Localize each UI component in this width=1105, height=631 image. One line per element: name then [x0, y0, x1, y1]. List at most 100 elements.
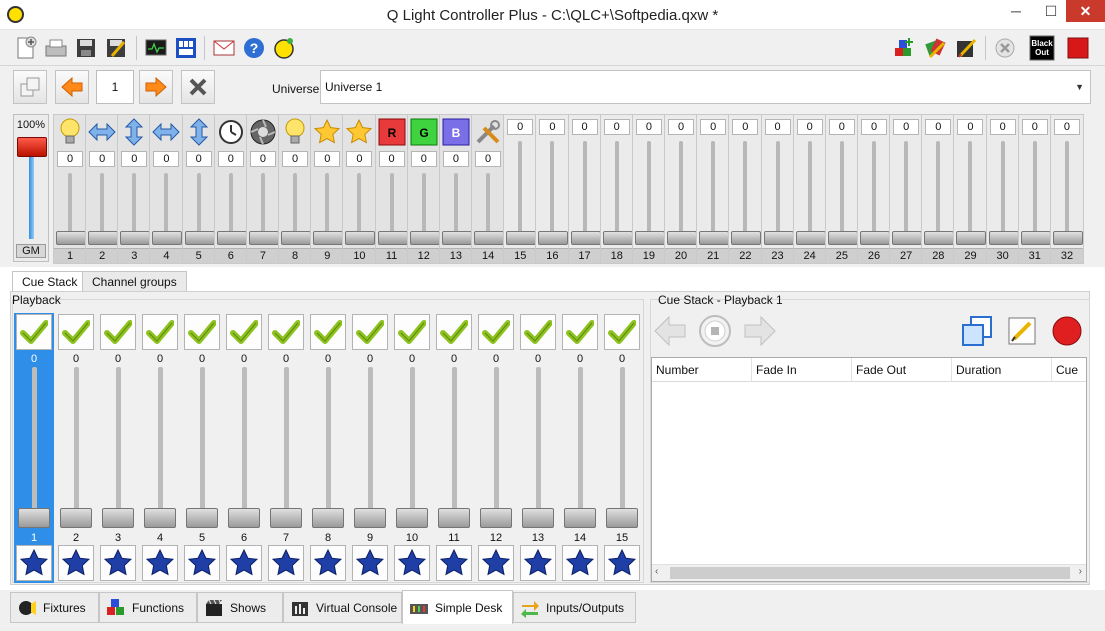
- channel-value[interactable]: 0: [957, 119, 984, 135]
- playback-track[interactable]: [452, 367, 457, 519]
- playback-track[interactable]: [578, 367, 583, 519]
- fader-track[interactable]: [904, 141, 909, 237]
- channel-fader-11[interactable]: R 0 11: [374, 114, 409, 264]
- channel-fader-15[interactable]: 0 15: [503, 114, 538, 264]
- column-fade-out[interactable]: Fade Out: [852, 358, 952, 382]
- playback-12[interactable]: 0 12: [476, 313, 516, 583]
- playback-track[interactable]: [74, 367, 79, 519]
- playback-9[interactable]: 09: [350, 313, 390, 583]
- checkmark-icon[interactable]: [604, 314, 640, 350]
- stop-all-icon[interactable]: [991, 34, 1019, 62]
- fader-track[interactable]: [775, 141, 780, 237]
- fader-track[interactable]: [968, 141, 973, 237]
- playback-knob[interactable]: [522, 508, 554, 528]
- fader-track[interactable]: [325, 173, 330, 237]
- checkmark-icon[interactable]: [562, 314, 598, 350]
- fader-knob[interactable]: [120, 231, 151, 245]
- next-page-button[interactable]: [139, 70, 173, 104]
- record-cue-button[interactable]: [1049, 313, 1085, 349]
- playback-track[interactable]: [116, 367, 121, 519]
- view-mode-button[interactable]: [13, 70, 47, 104]
- email-icon[interactable]: [210, 34, 238, 62]
- channel-value[interactable]: 0: [89, 151, 116, 167]
- fader-track[interactable]: [614, 141, 619, 237]
- green-icon[interactable]: G: [409, 116, 439, 148]
- fader-knob[interactable]: [506, 231, 537, 245]
- playback-track[interactable]: [326, 367, 331, 519]
- speed-icon[interactable]: [216, 116, 246, 148]
- channel-fader-9[interactable]: 09: [310, 114, 345, 264]
- channel-fader-24[interactable]: 0 24: [792, 114, 827, 264]
- flash-star-icon[interactable]: [142, 545, 178, 581]
- checkmark-icon[interactable]: [100, 314, 136, 350]
- fader-knob[interactable]: [345, 231, 376, 245]
- playback-6[interactable]: 06: [224, 313, 264, 583]
- fader-knob[interactable]: [570, 231, 601, 245]
- channel-fader-32[interactable]: 0 32: [1049, 114, 1084, 264]
- fader-knob[interactable]: [795, 231, 826, 245]
- fader-knob[interactable]: [474, 231, 505, 245]
- channel-fader-12[interactable]: G 0 12: [406, 114, 441, 264]
- clone-cue-stack-button[interactable]: [959, 313, 995, 349]
- fader-track[interactable]: [711, 141, 716, 237]
- playback-11[interactable]: 0 11: [434, 313, 474, 583]
- fader-knob[interactable]: [313, 231, 344, 245]
- channel-value[interactable]: 0: [893, 119, 920, 135]
- red-icon[interactable]: R: [377, 116, 407, 148]
- fader-knob[interactable]: [827, 231, 858, 245]
- channel-value[interactable]: 0: [1053, 119, 1080, 135]
- fader-track[interactable]: [550, 141, 555, 237]
- playback-3[interactable]: 03: [98, 313, 138, 583]
- reset-universe-button[interactable]: [181, 70, 215, 104]
- grand-master-slider[interactable]: 100% GM: [13, 114, 49, 262]
- fader-track[interactable]: [389, 173, 394, 237]
- checkmark-icon[interactable]: [58, 314, 94, 350]
- channel-fader-5[interactable]: 05: [181, 114, 216, 264]
- blackout-button[interactable]: Black Out: [1028, 34, 1056, 62]
- fader-knob[interactable]: [409, 231, 440, 245]
- flash-star-icon[interactable]: [352, 545, 388, 581]
- page-number[interactable]: 1: [96, 70, 134, 104]
- checkmark-icon[interactable]: [142, 314, 178, 350]
- channel-value[interactable]: 0: [989, 119, 1016, 135]
- playback-track[interactable]: [284, 367, 289, 519]
- tab-fixtures[interactable]: Fixtures: [10, 592, 99, 623]
- fader-knob[interactable]: [216, 231, 247, 245]
- new-workspace-icon[interactable]: [12, 34, 40, 62]
- close-button[interactable]: ✕: [1066, 0, 1105, 22]
- fader-track[interactable]: [357, 173, 362, 237]
- fader-track[interactable]: [132, 173, 137, 237]
- playback-knob[interactable]: [396, 508, 428, 528]
- flash-star-icon[interactable]: [226, 545, 262, 581]
- fader-knob[interactable]: [88, 231, 119, 245]
- channel-value[interactable]: 0: [668, 119, 695, 135]
- open-icon[interactable]: [42, 34, 70, 62]
- channel-value[interactable]: 0: [861, 119, 887, 135]
- bulb-icon[interactable]: [280, 116, 310, 148]
- blue-icon[interactable]: B: [441, 116, 471, 148]
- channel-value[interactable]: 0: [314, 151, 341, 167]
- fader-knob[interactable]: [152, 231, 183, 245]
- channel-fader-25[interactable]: 0 25: [824, 114, 859, 264]
- pan-icon[interactable]: [87, 116, 117, 148]
- grand-master-track[interactable]: [29, 143, 34, 239]
- tab-channel-groups[interactable]: Channel groups: [82, 271, 187, 292]
- flash-star-icon[interactable]: [184, 545, 220, 581]
- checkmark-icon[interactable]: [394, 314, 430, 350]
- channel-fader-27[interactable]: 0 27: [889, 114, 924, 264]
- playback-8[interactable]: 08: [308, 313, 348, 583]
- channel-value[interactable]: 0: [346, 151, 373, 167]
- fader-track[interactable]: [1064, 141, 1069, 237]
- fader-track[interactable]: [293, 173, 298, 237]
- channel-value[interactable]: 0: [507, 119, 534, 135]
- playback-knob[interactable]: [186, 508, 218, 528]
- fader-knob[interactable]: [956, 231, 987, 245]
- channel-value[interactable]: 0: [378, 151, 405, 167]
- channel-value[interactable]: 0: [410, 151, 437, 167]
- playback-knob[interactable]: [438, 508, 470, 528]
- previous-page-button[interactable]: [55, 70, 89, 104]
- channel-value[interactable]: 0: [603, 119, 630, 135]
- playback-track[interactable]: [620, 367, 625, 519]
- fader-knob[interactable]: [699, 231, 730, 245]
- fader-knob[interactable]: [248, 231, 279, 245]
